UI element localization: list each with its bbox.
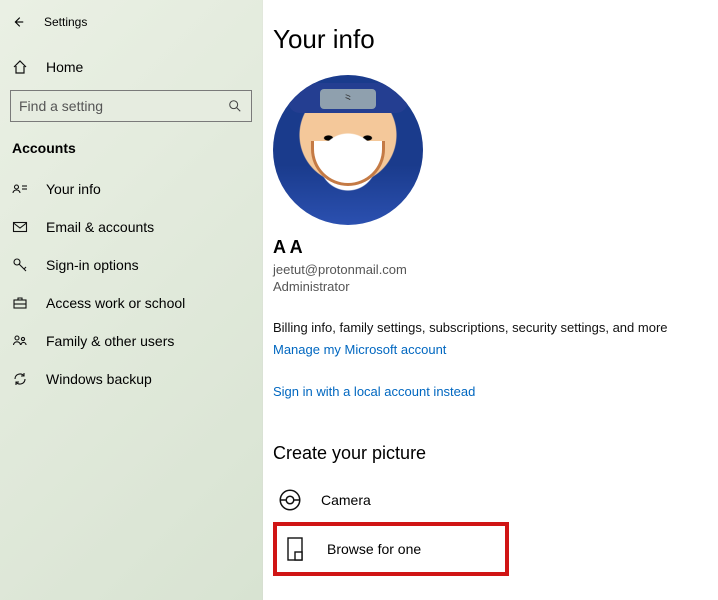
browse-icon <box>283 536 309 562</box>
sidebar-section-label: Accounts <box>0 136 262 170</box>
create-picture-heading: Create your picture <box>273 443 718 464</box>
camera-icon <box>277 487 303 513</box>
home-label: Home <box>46 59 83 75</box>
mail-icon <box>12 219 28 235</box>
home-icon <box>12 59 28 75</box>
sidebar-item-label: Family & other users <box>46 333 174 349</box>
sidebar-item-windows-backup[interactable]: Windows backup <box>0 360 262 398</box>
user-role: Administrator <box>273 279 718 294</box>
sidebar-item-email-accounts[interactable]: Email & accounts <box>0 208 262 246</box>
people-icon <box>12 333 28 349</box>
browse-label: Browse for one <box>327 541 421 557</box>
sidebar-item-signin-options[interactable]: Sign-in options <box>0 246 262 284</box>
home-nav[interactable]: Home <box>0 50 262 84</box>
sidebar-item-label: Your info <box>46 181 101 197</box>
person-card-icon <box>12 181 28 197</box>
sidebar-item-label: Email & accounts <box>46 219 154 235</box>
manage-microsoft-account-link[interactable]: Manage my Microsoft account <box>273 342 446 357</box>
sidebar-item-label: Sign-in options <box>46 257 139 273</box>
key-icon <box>12 257 28 273</box>
app-title: Settings <box>44 15 87 29</box>
search-container <box>10 90 252 122</box>
sidebar-item-access-work-school[interactable]: Access work or school <box>0 284 262 322</box>
avatar-headband-icon: ⺀ <box>320 89 376 109</box>
sidebar-item-label: Windows backup <box>46 371 152 387</box>
search-input[interactable] <box>19 98 227 114</box>
camera-option[interactable]: Camera <box>273 478 718 522</box>
local-account-link[interactable]: Sign in with a local account instead <box>273 384 475 399</box>
sidebar: Settings Home Accounts Your info Email &… <box>0 0 263 600</box>
user-email: jeetut@protonmail.com <box>273 262 718 277</box>
main-content: Your info ⺀ A A jeetut@protonmail.com Ad… <box>263 0 718 600</box>
browse-for-one-option[interactable]: Browse for one <box>279 536 421 562</box>
sidebar-item-your-info[interactable]: Your info <box>0 170 262 208</box>
browse-highlight: Browse for one <box>273 522 509 576</box>
avatar: ⺀ <box>273 75 423 225</box>
billing-info-note: Billing info, family settings, subscript… <box>273 320 718 335</box>
sidebar-header: Settings <box>0 8 262 36</box>
briefcase-icon <box>12 295 28 311</box>
display-name: A A <box>273 237 718 258</box>
camera-label: Camera <box>321 492 371 508</box>
sync-icon <box>12 371 28 387</box>
page-title: Your info <box>273 24 718 55</box>
sidebar-item-label: Access work or school <box>46 295 185 311</box>
back-icon[interactable] <box>10 14 26 30</box>
search-icon <box>227 98 243 114</box>
search-box[interactable] <box>10 90 252 122</box>
sidebar-item-family-other-users[interactable]: Family & other users <box>0 322 262 360</box>
